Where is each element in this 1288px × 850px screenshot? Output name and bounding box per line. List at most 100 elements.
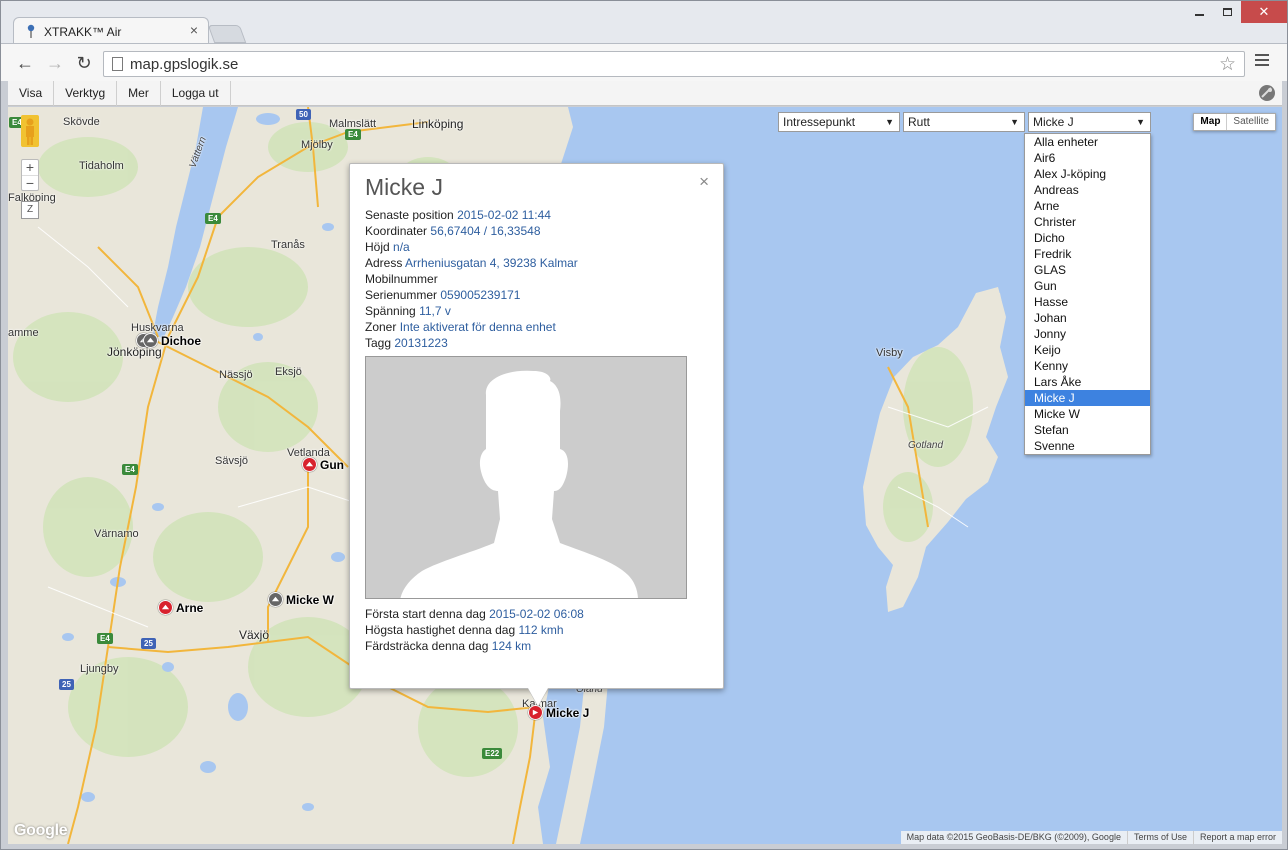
info-row: Färdsträcka denna dag 124 km (365, 638, 584, 654)
unit-option[interactable]: Andreas (1025, 182, 1150, 198)
marker-arne[interactable]: Arne (158, 600, 203, 615)
window-controls: ✕ (1185, 1, 1287, 23)
pin-icon (27, 24, 35, 38)
info-value: 2015-02-02 06:08 (489, 607, 584, 621)
marker-dichoe[interactable]: Dichoe (136, 333, 201, 348)
info-label: Senaste position (365, 208, 454, 222)
back-button[interactable]: ← (15, 53, 35, 73)
marker-label: Dichoe (161, 333, 202, 348)
route-select[interactable]: Rutt ▼ (903, 112, 1025, 132)
place-tranas: Tranås (271, 239, 305, 251)
unit-option[interactable]: Jonny (1025, 326, 1150, 342)
unit-option[interactable]: Hasse (1025, 294, 1150, 310)
marker-icon (158, 600, 173, 615)
info-label: Mobilnummer (365, 272, 438, 286)
menu-visa[interactable]: Visa (8, 81, 55, 106)
poi-select-value: Intressepunkt (783, 115, 856, 129)
info-window-pointer (528, 688, 548, 706)
unit-option[interactable]: Dicho (1025, 230, 1150, 246)
map-type-control: Map Satellite (1193, 113, 1276, 131)
info-value: 124 km (491, 639, 532, 653)
menu-mer[interactable]: Mer (117, 81, 161, 106)
unit-option[interactable]: Christer (1025, 214, 1150, 230)
bookmark-star-icon[interactable]: ☆ (1219, 53, 1236, 76)
unit-option[interactable]: Fredrik (1025, 246, 1150, 262)
unit-option[interactable]: Micke W (1025, 406, 1150, 422)
unit-option[interactable]: Gun (1025, 278, 1150, 294)
unit-option[interactable]: Arne (1025, 198, 1150, 214)
zoom-in-button[interactable]: + (22, 160, 38, 175)
marker-micke-w[interactable]: Micke W (268, 592, 334, 607)
tab-close-button[interactable]: × (190, 22, 198, 38)
url-text: map.gpslogik.se (130, 56, 239, 73)
info-row: Serienummer 059005239171 (365, 287, 578, 303)
place-varnamo: Värnamo (94, 528, 139, 540)
map-canvas[interactable]: Skövde Malmslätt Linköping Mjölby Tidaho… (8, 107, 1282, 844)
info-day-stats: Första start denna dag 2015-02-02 06:08 … (365, 606, 584, 654)
unit-dropdown-list: Alla enheter Air6 Alex J-köping Andreas … (1024, 133, 1151, 455)
unit-option[interactable]: Johan (1025, 310, 1150, 326)
info-value: Arrheniusgatan 4, 39238 Kalmar (405, 256, 578, 270)
info-label: Koordinater (365, 224, 428, 238)
unit-option[interactable]: Svenne (1025, 438, 1150, 454)
map-type-map-button[interactable]: Map (1194, 114, 1228, 130)
info-label: Zoner (365, 320, 397, 334)
info-details: Senaste position 2015-02-02 11:44 Koordi… (365, 207, 578, 351)
info-label: Adress (365, 256, 403, 270)
google-logo: Google (14, 822, 68, 839)
place-gotland: Gotland (908, 440, 944, 451)
unit-option[interactable]: Alex J-köping (1025, 166, 1150, 182)
info-row: Första start denna dag 2015-02-02 06:08 (365, 606, 584, 622)
menu-verktyg[interactable]: Verktyg (54, 81, 118, 106)
forward-button[interactable]: → (45, 53, 65, 73)
unit-option[interactable]: Lars Åke (1025, 374, 1150, 390)
unit-option[interactable]: GLAS (1025, 262, 1150, 278)
unit-option[interactable]: Alla enheter (1025, 134, 1150, 150)
satellite-icon[interactable] (1258, 84, 1276, 102)
unit-option[interactable]: Stefan (1025, 422, 1150, 438)
marker-label: Arne (176, 600, 204, 615)
info-row: Koordinater 56,67404 / 16,33548 (365, 223, 578, 239)
place-eksjo: Eksjö (275, 366, 302, 378)
minimize-button[interactable] (1185, 1, 1213, 23)
report-error-link[interactable]: Report a map error (1192, 831, 1282, 844)
terms-link[interactable]: Terms of Use (1126, 831, 1193, 844)
info-row: Zoner Inte aktiverat för denna enhet (365, 319, 578, 335)
map-type-satellite-button[interactable]: Satellite (1227, 114, 1275, 130)
unit-option[interactable]: Air6 (1025, 150, 1150, 166)
new-tab-button[interactable] (207, 25, 247, 43)
info-row: Höjd n/a (365, 239, 578, 255)
info-close-button[interactable]: × (699, 172, 709, 192)
dropdown-arrow-icon: ▼ (1010, 117, 1019, 127)
dropdown-arrow-icon: ▼ (885, 117, 894, 127)
pegman-icon[interactable] (21, 115, 39, 147)
poi-select[interactable]: Intressepunkt ▼ (778, 112, 900, 132)
marker-micke-j[interactable]: Micke J (528, 705, 589, 720)
marker-icon (143, 333, 158, 348)
menu-logga-ut[interactable]: Logga ut (161, 81, 231, 106)
close-window-button[interactable]: ✕ (1241, 1, 1287, 23)
reload-button[interactable]: ↻ (74, 53, 94, 73)
info-row: Tagg 20131223 (365, 335, 578, 351)
minimize-icon (1194, 14, 1204, 16)
info-value: Inte aktiverat för denna enhet (399, 320, 556, 334)
place-linkoping: Linköping (412, 117, 464, 131)
browser-menu-icon[interactable] (1255, 54, 1269, 69)
info-row: Spänning 11,7 v (365, 303, 578, 319)
place-mjolby: Mjölby (301, 139, 333, 151)
zoom-slider-handle[interactable]: Z (21, 201, 39, 219)
unit-option-selected[interactable]: Micke J (1025, 390, 1150, 406)
marker-gun[interactable]: Gun (302, 457, 344, 472)
browser-tab[interactable]: XTRAKK™ Air × (13, 17, 209, 44)
info-row: Mobilnummer (365, 271, 578, 287)
unit-option[interactable]: Keijo (1025, 342, 1150, 358)
close-icon: ✕ (1258, 4, 1270, 19)
info-label: Tagg (365, 336, 392, 350)
unit-select[interactable]: Micke J ▼ (1028, 112, 1151, 132)
zoom-out-button[interactable]: − (22, 175, 38, 190)
address-bar[interactable]: map.gpslogik.se ☆ (103, 51, 1245, 77)
unit-option[interactable]: Kenny (1025, 358, 1150, 374)
maximize-button[interactable] (1213, 1, 1241, 23)
place-tidaholm: Tidaholm (79, 160, 124, 172)
info-title: Micke J (365, 174, 443, 200)
